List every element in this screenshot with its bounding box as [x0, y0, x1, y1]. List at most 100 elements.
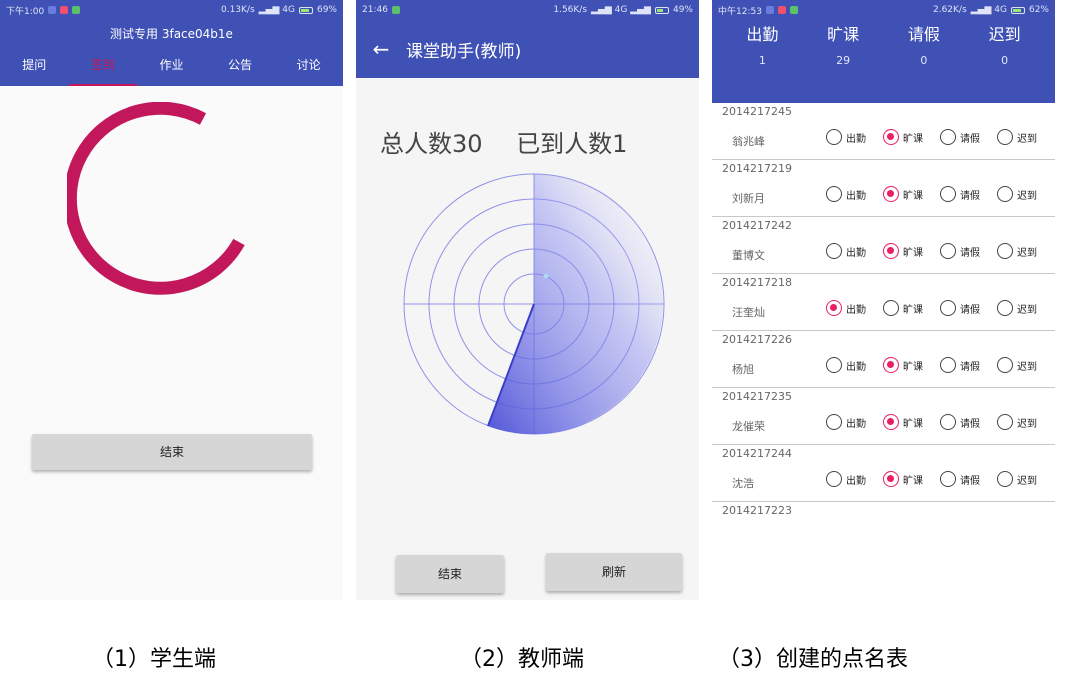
status-option[interactable]: 请假 [940, 471, 993, 487]
status-option[interactable]: 旷课 [883, 357, 936, 373]
status-time: 中午12:53 [718, 6, 762, 17]
status-option-label: 出勤 [846, 190, 866, 202]
radio-button[interactable] [826, 243, 842, 259]
status-option-label: 请假 [960, 190, 980, 202]
radio-button[interactable] [883, 471, 899, 487]
radio-button[interactable] [826, 129, 842, 145]
radio-button[interactable] [940, 300, 956, 316]
summary-absent: 旷课 29 [827, 25, 860, 67]
end-button[interactable]: 结束 [396, 555, 504, 593]
status-option[interactable]: 请假 [940, 186, 993, 202]
status-option[interactable]: 出勤 [826, 414, 879, 430]
student-name: 刘新月 [732, 192, 765, 205]
status-time: 21:46 [362, 5, 388, 15]
teacher-screen: 21:46 1.56K/s ▂▄▆ 4G ▂▄▆ 49% ← 课堂助手(教师) … [356, 0, 699, 600]
status-option-label: 请假 [960, 361, 980, 373]
status-option[interactable]: 出勤 [826, 186, 879, 202]
tab-announcements[interactable]: 公告 [206, 48, 275, 86]
radio-button[interactable] [826, 471, 842, 487]
status-bar: 中午12:53 2.62K/s ▂▄▆ 4G 62% [712, 0, 1055, 20]
status-option[interactable]: 出勤 [826, 243, 879, 259]
radio-button[interactable] [997, 129, 1013, 145]
status-radio-group: 出勤 旷课 请假 迟到 [826, 414, 1050, 430]
table-row: 2014217245 翁兆峰 出勤 旷课 请假 迟到 [712, 103, 1055, 160]
status-radio-group: 出勤 旷课 请假 迟到 [826, 129, 1050, 145]
status-option[interactable]: 迟到 [997, 129, 1050, 145]
battery-icon [654, 6, 669, 14]
radio-button[interactable] [883, 129, 899, 145]
radio-button[interactable] [826, 357, 842, 373]
radio-button[interactable] [997, 471, 1013, 487]
radio-button[interactable] [940, 186, 956, 202]
status-option[interactable]: 出勤 [826, 471, 879, 487]
radio-button[interactable] [940, 471, 956, 487]
battery-icon [298, 6, 313, 14]
status-option[interactable]: 迟到 [997, 357, 1050, 373]
tab-questions[interactable]: 提问 [0, 48, 69, 86]
back-arrow-icon[interactable]: ← [356, 37, 406, 61]
radio-button[interactable] [826, 414, 842, 430]
student-name: 汪奎灿 [732, 306, 765, 319]
summary-leave: 请假 0 [907, 25, 940, 67]
status-option[interactable]: 旷课 [883, 243, 936, 259]
status-option[interactable]: 旷课 [883, 300, 936, 316]
status-option-label: 出勤 [846, 247, 866, 259]
status-option[interactable]: 出勤 [826, 300, 879, 316]
radio-button[interactable] [997, 357, 1013, 373]
status-option-label: 迟到 [1017, 190, 1037, 202]
roll-call-screen: 中午12:53 2.62K/s ▂▄▆ 4G 62% 出勤 1 旷课 29 请假… [712, 0, 1055, 520]
radio-button[interactable] [940, 129, 956, 145]
status-option[interactable]: 请假 [940, 243, 993, 259]
notification-icon [60, 6, 69, 14]
radio-button[interactable] [940, 414, 956, 430]
radio-button[interactable] [997, 414, 1013, 430]
status-radio-group: 出勤 旷课 请假 迟到 [826, 471, 1050, 487]
status-option-label: 旷课 [903, 190, 923, 202]
status-option-label: 出勤 [846, 361, 866, 373]
refresh-button[interactable]: 刷新 [546, 553, 682, 591]
radio-button[interactable] [997, 243, 1013, 259]
status-option[interactable]: 旷课 [883, 129, 936, 145]
status-option[interactable]: 旷课 [883, 414, 936, 430]
radar-scanner [403, 173, 665, 435]
tab-checkin[interactable]: 签到 [68, 48, 138, 86]
tab-homework[interactable]: 作业 [137, 48, 206, 86]
status-option[interactable]: 迟到 [997, 300, 1050, 316]
status-option[interactable]: 请假 [940, 300, 993, 316]
tab-discussion[interactable]: 讨论 [274, 48, 343, 86]
status-option-label: 旷课 [903, 133, 923, 145]
radio-button[interactable] [826, 186, 842, 202]
radio-button[interactable] [883, 243, 899, 259]
radio-button[interactable] [883, 300, 899, 316]
radio-button[interactable] [940, 357, 956, 373]
radio-button[interactable] [997, 300, 1013, 316]
radio-button[interactable] [883, 414, 899, 430]
status-option[interactable]: 出勤 [826, 129, 879, 145]
status-option[interactable]: 请假 [940, 357, 993, 373]
status-option[interactable]: 请假 [940, 129, 993, 145]
network-speed: 2.62K/s [932, 5, 967, 15]
status-option[interactable]: 旷课 [883, 471, 936, 487]
status-option[interactable]: 迟到 [997, 471, 1050, 487]
status-option[interactable]: 迟到 [997, 243, 1050, 259]
radio-button[interactable] [883, 357, 899, 373]
radio-button[interactable] [940, 243, 956, 259]
toolbar: ← 课堂助手(教师) [356, 20, 699, 78]
status-option[interactable]: 请假 [940, 414, 993, 430]
status-option[interactable]: 迟到 [997, 186, 1050, 202]
end-button[interactable]: 结束 [32, 434, 312, 470]
status-option[interactable]: 出勤 [826, 357, 879, 373]
radio-button[interactable] [997, 186, 1013, 202]
progress-spinner [67, 102, 245, 295]
radio-button[interactable] [826, 300, 842, 316]
radio-button[interactable] [883, 186, 899, 202]
status-option-label: 迟到 [1017, 133, 1037, 145]
status-option[interactable]: 旷课 [883, 186, 936, 202]
summary-late: 迟到 0 [988, 25, 1021, 67]
status-option[interactable]: 迟到 [997, 414, 1050, 430]
status-option-label: 请假 [960, 247, 980, 259]
student-id: 2014217218 [722, 276, 792, 289]
notification-icon [777, 6, 786, 14]
student-list: 2014217245 翁兆峰 出勤 旷课 请假 迟到 2014217219 刘新… [712, 103, 1055, 520]
status-option-label: 出勤 [846, 133, 866, 145]
